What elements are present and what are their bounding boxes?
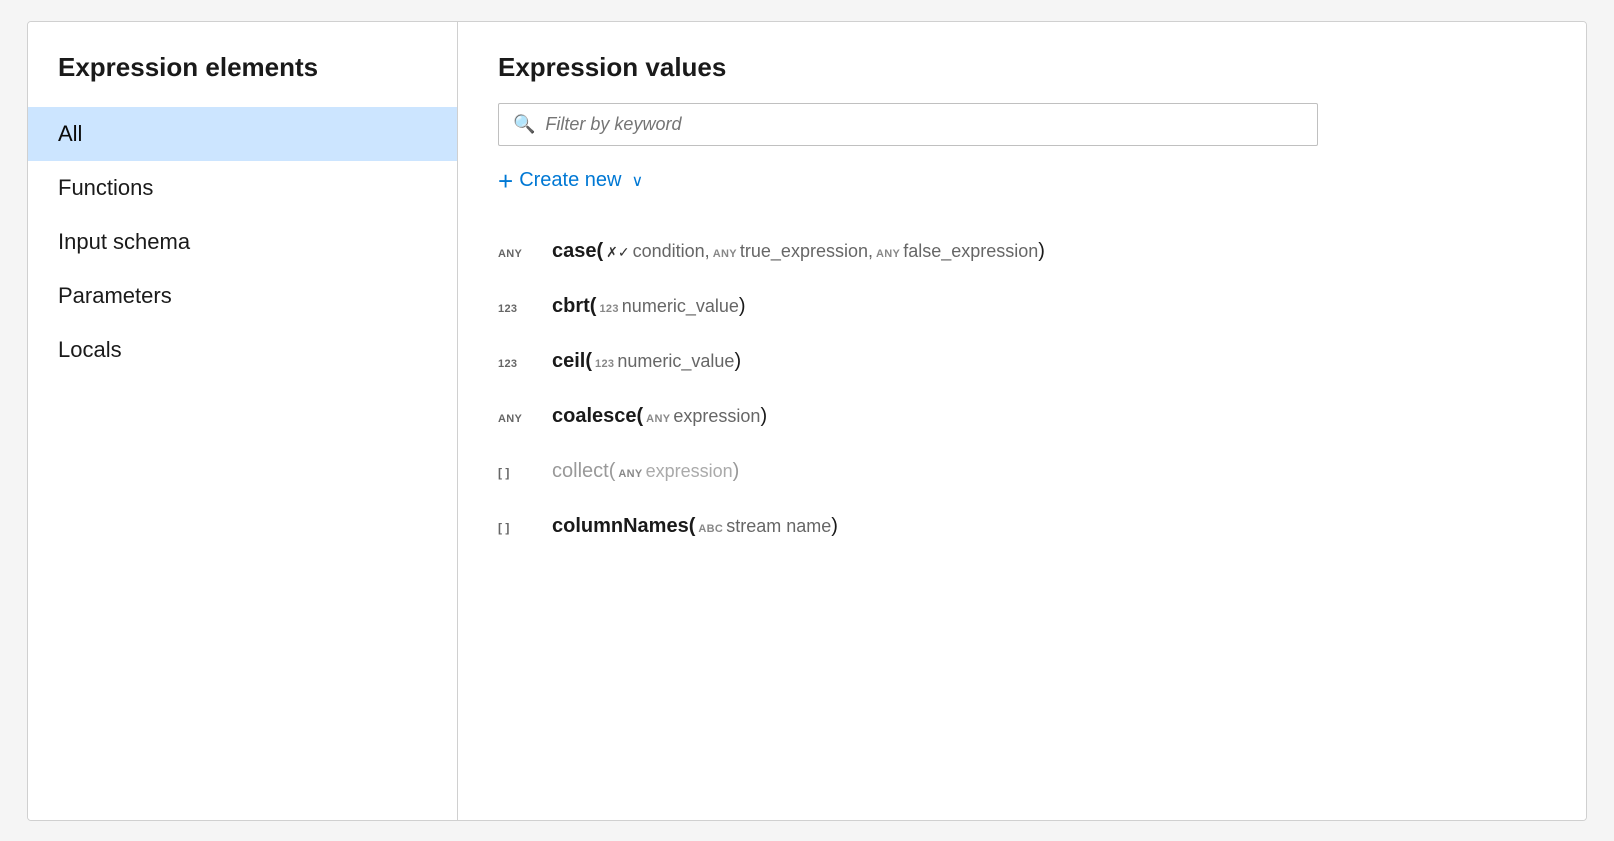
- param-name-case-2: false_expression: [903, 241, 1038, 262]
- plus-icon: +: [498, 168, 513, 194]
- param-type-columnNames-0: abc: [698, 523, 723, 535]
- condition-type-icon: ✗✓: [606, 244, 629, 261]
- param-type-case-1: ANY: [713, 248, 737, 260]
- nav-item-functions[interactable]: Functions: [28, 161, 457, 215]
- left-panel-title: Expression elements: [28, 52, 457, 107]
- type-badge-cbrt: 123: [498, 303, 548, 315]
- param-type-collect-0: ANY: [618, 468, 642, 480]
- param-type-case-2: ANY: [876, 248, 900, 260]
- type-badge-case: ANY: [498, 248, 548, 260]
- param-name-ceil-0: numeric_value: [617, 351, 734, 372]
- function-close-case: ): [1038, 240, 1045, 263]
- function-name-ceil: ceil(: [552, 350, 592, 373]
- param-type-cbrt-0: 123: [599, 303, 618, 315]
- function-close-columnNames: ): [831, 515, 838, 538]
- function-name-case: case(: [552, 240, 603, 263]
- nav-item-all[interactable]: All: [28, 107, 457, 161]
- function-close-ceil: ): [734, 350, 741, 373]
- create-new-row[interactable]: + Create new ∨: [498, 168, 1546, 194]
- create-new-button[interactable]: Create new: [519, 169, 621, 192]
- function-list: ANYcase(✗✓condition, ANYtrue_expression,…: [498, 224, 1546, 554]
- param-name-columnNames-0: stream name: [726, 516, 831, 537]
- type-badge-coalesce: ANY: [498, 413, 548, 425]
- function-close-cbrt: ): [739, 295, 746, 318]
- function-item-coalesce[interactable]: ANYcoalesce(ANYexpression): [498, 389, 1546, 444]
- function-item-case[interactable]: ANYcase(✗✓condition, ANYtrue_expression,…: [498, 224, 1546, 279]
- param-type-coalesce-0: ANY: [646, 413, 670, 425]
- main-container: Expression elements AllFunctionsInput sc…: [27, 21, 1587, 821]
- type-badge-ceil: 123: [498, 358, 548, 370]
- function-name-cbrt: cbrt(: [552, 295, 596, 318]
- function-item-columnNames[interactable]: [ ] columnNames(abcstream name): [498, 499, 1546, 554]
- type-badge-columnNames: [ ]: [498, 521, 548, 535]
- search-box[interactable]: 🔍: [498, 103, 1318, 146]
- chevron-down-icon: ∨: [631, 171, 643, 191]
- function-close-collect: ): [733, 460, 740, 483]
- search-icon: 🔍: [513, 114, 535, 135]
- param-name-coalesce-0: expression: [673, 406, 760, 427]
- type-badge-collect: [ ]: [498, 466, 548, 480]
- nav-item-parameters[interactable]: Parameters: [28, 269, 457, 323]
- param-name-case-0: condition,: [633, 241, 710, 262]
- param-name-cbrt-0: numeric_value: [622, 296, 739, 317]
- function-name-collect: collect(: [552, 460, 615, 483]
- param-name-case-1: true_expression,: [740, 241, 873, 262]
- right-panel-title: Expression values: [498, 52, 1546, 83]
- function-item-cbrt[interactable]: 123cbrt(123numeric_value): [498, 279, 1546, 334]
- function-item-collect[interactable]: [ ] collect(ANY expression): [498, 444, 1546, 499]
- right-panel: Expression values 🔍 + Create new ∨ ANY ca…: [458, 22, 1586, 820]
- function-name-columnNames: columnNames(: [552, 515, 695, 538]
- param-type-ceil-0: 123: [595, 358, 614, 370]
- function-item-ceil[interactable]: 123ceil(123numeric_value): [498, 334, 1546, 389]
- left-panel: Expression elements AllFunctionsInput sc…: [28, 22, 458, 820]
- nav-item-locals[interactable]: Locals: [28, 323, 457, 377]
- function-name-coalesce: coalesce(: [552, 405, 643, 428]
- param-name-collect-0: expression: [646, 461, 733, 482]
- nav-item-input-schema[interactable]: Input schema: [28, 215, 457, 269]
- search-input[interactable]: [545, 114, 1303, 135]
- function-close-coalesce: ): [760, 405, 767, 428]
- nav-items-container: AllFunctionsInput schemaParametersLocals: [28, 107, 457, 377]
